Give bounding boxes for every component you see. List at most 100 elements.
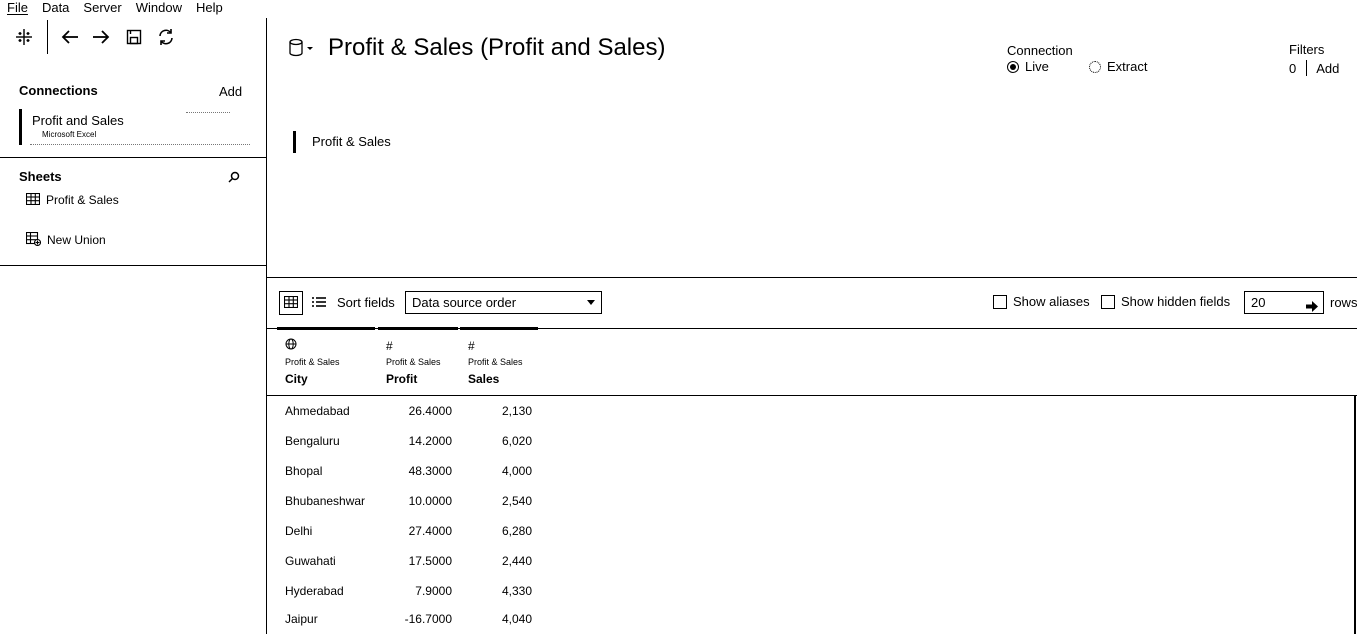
rows-label: rows xyxy=(1330,295,1357,310)
column-name: Profit xyxy=(386,372,418,386)
connections-heading: Connections xyxy=(19,83,98,98)
rows-count-value: 20 xyxy=(1251,295,1266,310)
datasource-title[interactable]: Profit & Sales (Profit and Sales) xyxy=(328,34,665,62)
add-connection-link[interactable]: Add xyxy=(219,84,242,99)
sheets-heading: Sheets xyxy=(19,169,62,184)
show-aliases-label: Show aliases xyxy=(1013,294,1090,309)
search-icon[interactable] xyxy=(227,170,241,184)
list-view-button[interactable] xyxy=(309,293,329,313)
column-source: Profit & Sales xyxy=(386,357,441,367)
cell-city: Hyderabad xyxy=(285,584,344,598)
filters-count: 0 xyxy=(1289,60,1297,76)
rows-count-input[interactable]: 20 xyxy=(1244,291,1324,314)
cell-profit: 48.3000 xyxy=(408,464,452,478)
menu-window[interactable]: Window xyxy=(129,0,189,16)
connection-name: Profit and Sales xyxy=(32,113,124,128)
column-resize-bar[interactable] xyxy=(277,327,375,330)
sort-fields-select[interactable]: Data source order xyxy=(405,291,602,314)
vertical-scrollbar[interactable] xyxy=(1354,396,1356,634)
column-name: Sales xyxy=(468,372,500,386)
pane-splitter[interactable] xyxy=(267,277,1357,278)
connection-type: Microsoft Excel xyxy=(42,130,97,139)
table-row: Bhopal 48.3000 4,000 xyxy=(267,456,1347,486)
show-aliases-toggle[interactable]: Show aliases xyxy=(993,294,1090,309)
go-arrow-icon[interactable] xyxy=(1306,297,1318,318)
radio-live-indicator[interactable] xyxy=(1007,60,1019,73)
sort-fields-value: Data source order xyxy=(412,295,517,310)
show-hidden-toggle[interactable]: Show hidden fields xyxy=(1101,294,1230,309)
filters-separator xyxy=(1306,60,1308,76)
divider xyxy=(0,265,266,266)
refresh-icon[interactable] xyxy=(155,26,177,48)
table-row: Ahmedabad 26.4000 2,130 xyxy=(267,396,1347,426)
database-icon[interactable] xyxy=(288,38,314,58)
sheet-item-new-union[interactable]: New Union xyxy=(25,231,106,249)
show-aliases-checkbox[interactable] xyxy=(993,294,1007,309)
table-row: Delhi 27.4000 6,280 xyxy=(267,516,1347,546)
cell-profit: 17.5000 xyxy=(408,554,452,568)
filters-row: 0 Add xyxy=(1289,60,1339,76)
show-hidden-checkbox[interactable] xyxy=(1101,294,1115,309)
list-icon xyxy=(312,296,326,311)
radio-live-label: Live xyxy=(1025,59,1049,74)
table-row: Guwahati 17.5000 2,440 xyxy=(267,546,1347,576)
toolbar xyxy=(0,18,267,56)
left-pane: Connections Add Profit and Sales Microso… xyxy=(0,18,267,634)
cell-sales: 6,280 xyxy=(501,524,532,538)
back-arrow-icon[interactable] xyxy=(59,26,81,48)
sheet-item-label: New Union xyxy=(47,233,106,247)
tableau-logo-icon[interactable] xyxy=(13,26,35,48)
cell-city: Bhubaneshwar xyxy=(285,494,366,508)
cell-city: Guwahati xyxy=(285,554,336,568)
cell-city: Jaipur xyxy=(285,612,318,626)
connection-item[interactable]: Profit and Sales Microsoft Excel xyxy=(19,109,249,145)
cell-sales: 2,440 xyxy=(501,554,532,568)
save-icon[interactable] xyxy=(123,26,145,48)
number-type-icon: # xyxy=(386,339,393,353)
column-header-city[interactable]: Profit & Sales City xyxy=(285,338,365,386)
table-row: Bengaluru 14.2000 6,020 xyxy=(267,426,1347,456)
sort-fields-label: Sort fields xyxy=(337,295,395,310)
column-name: City xyxy=(285,372,308,386)
cell-sales: 2,540 xyxy=(501,494,532,508)
table-row: Jaipur -16.7000 4,040 xyxy=(267,604,1347,634)
sheet-item-profit-sales[interactable]: Profit & Sales xyxy=(25,191,119,209)
globe-icon xyxy=(285,338,365,354)
canvas-table-item[interactable]: Profit & Sales xyxy=(293,131,391,153)
decorative-dots xyxy=(30,144,250,145)
toolbar-separator xyxy=(47,20,48,54)
filters-label: Filters xyxy=(1289,42,1325,57)
column-resize-bar[interactable] xyxy=(460,327,538,330)
radio-extract[interactable]: Extract xyxy=(1089,59,1147,74)
cell-city: Delhi xyxy=(285,524,313,538)
column-header-profit[interactable]: # Profit & Sales Profit xyxy=(386,338,466,386)
cell-sales: 2,130 xyxy=(501,404,532,418)
radio-live[interactable]: Live xyxy=(1007,59,1049,74)
column-header-sales[interactable]: # Profit & Sales Sales xyxy=(468,338,548,386)
sheet-item-label: Profit & Sales xyxy=(46,193,119,207)
radio-extract-indicator[interactable] xyxy=(1089,60,1101,73)
menu-data[interactable]: Data xyxy=(35,0,76,16)
cell-profit: -16.7000 xyxy=(404,612,452,626)
table-row: Hyderabad 7.9000 4,330 xyxy=(267,576,1347,606)
grid-icon xyxy=(283,295,299,311)
forward-arrow-icon[interactable] xyxy=(90,26,112,48)
union-icon xyxy=(25,231,42,249)
cell-profit: 26.4000 xyxy=(408,404,452,418)
cell-sales: 4,330 xyxy=(501,584,532,598)
column-source: Profit & Sales xyxy=(468,357,523,367)
cell-city: Bhopal xyxy=(285,464,323,478)
cell-profit: 27.4000 xyxy=(408,524,452,538)
grid-view-button[interactable] xyxy=(279,291,303,315)
menu-bar: File Data Server Window Help xyxy=(0,0,230,16)
show-hidden-label: Show hidden fields xyxy=(1121,294,1231,309)
cell-sales: 6,020 xyxy=(501,434,532,448)
menu-server[interactable]: Server xyxy=(76,0,128,16)
menu-help[interactable]: Help xyxy=(189,0,230,16)
menu-file[interactable]: File xyxy=(0,0,35,16)
add-filter-link[interactable]: Add xyxy=(1316,61,1339,76)
cell-city: Bengaluru xyxy=(285,434,340,448)
table-row: Bhubaneshwar 10.0000 2,540 xyxy=(267,486,1347,516)
column-resize-bar[interactable] xyxy=(378,327,458,330)
cell-sales: 4,040 xyxy=(501,612,532,626)
